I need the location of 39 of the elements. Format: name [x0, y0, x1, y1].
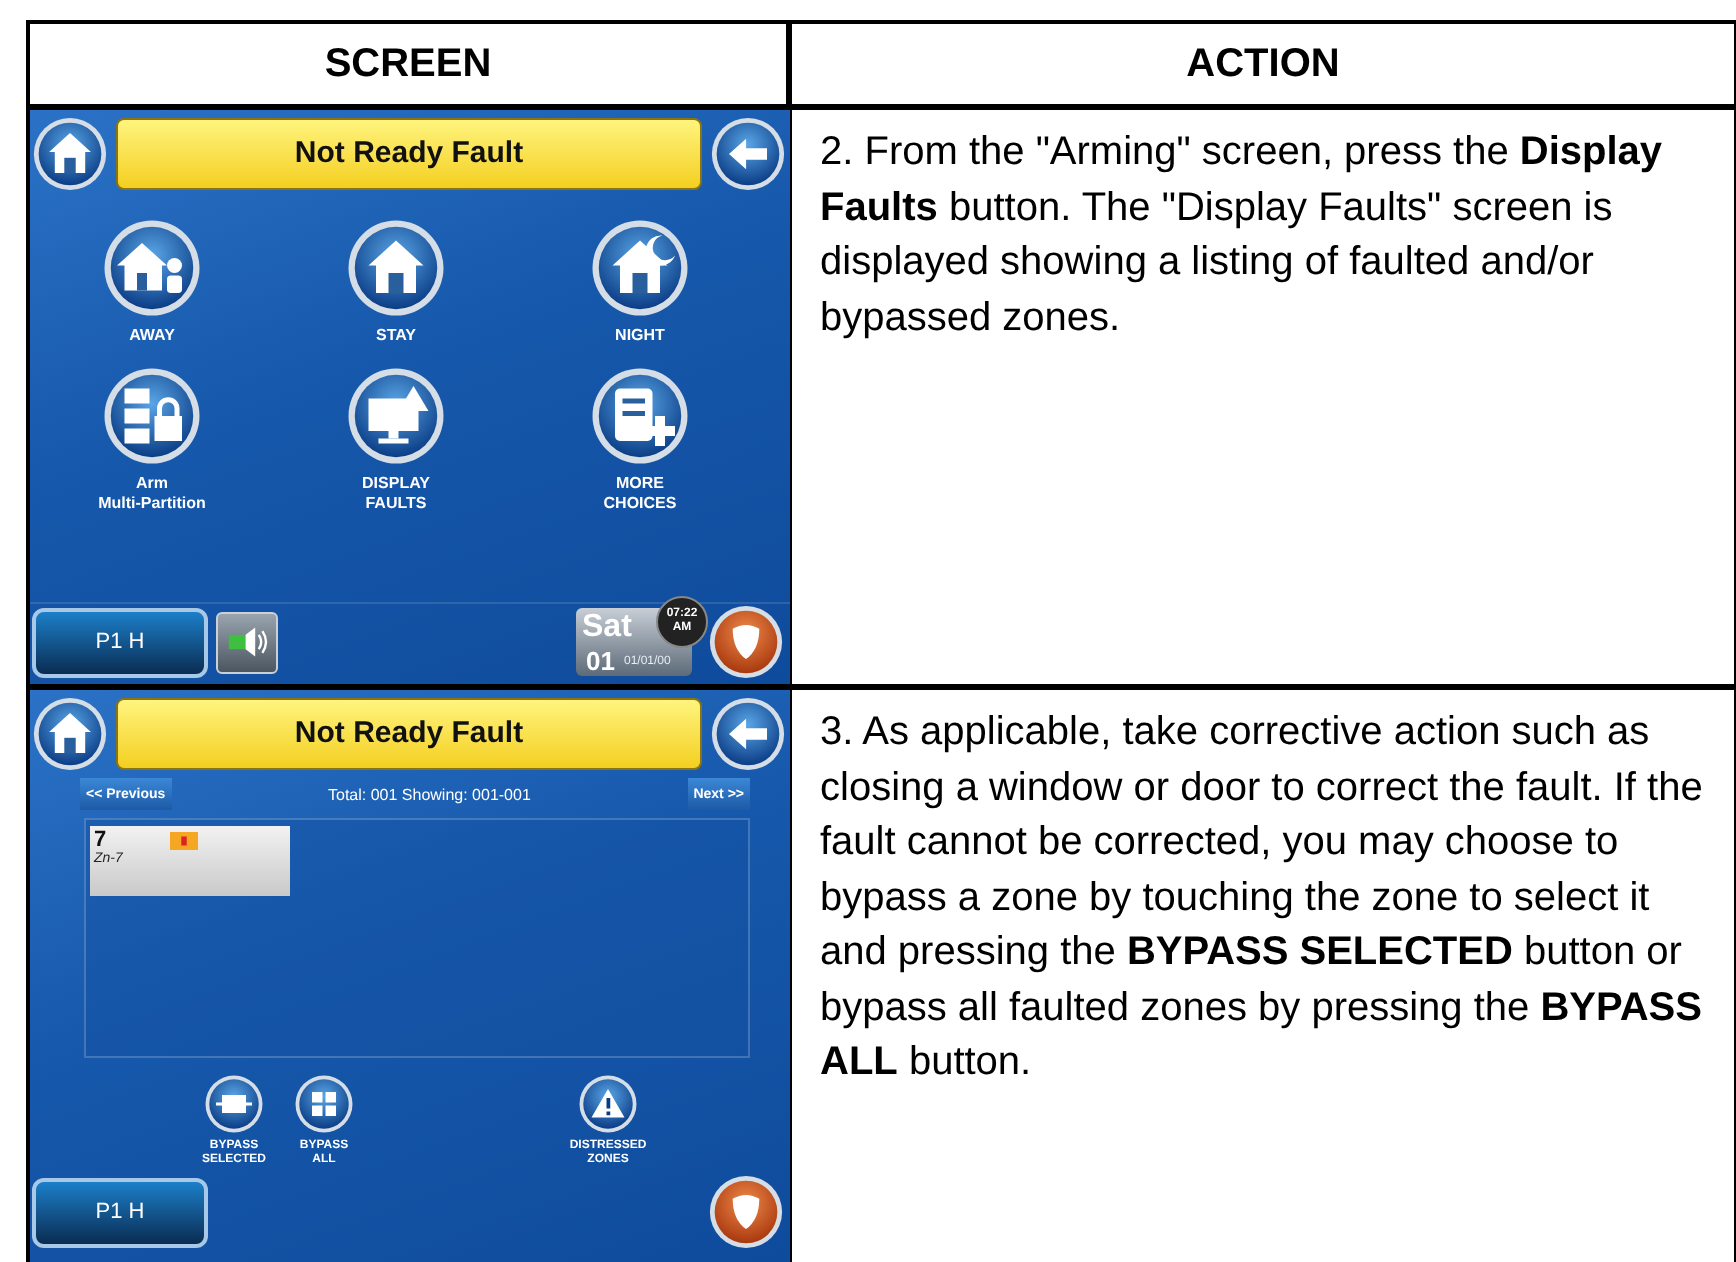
- status-banner: Not Ready Fault: [116, 697, 702, 769]
- checklist-lock-icon: [102, 366, 202, 466]
- emergency-button[interactable]: [708, 604, 784, 680]
- house-person-icon: [102, 218, 202, 318]
- day-number: 01: [586, 646, 615, 676]
- window-icon: [204, 1074, 264, 1134]
- back-arrow-icon: [710, 695, 786, 771]
- zone-number: 7: [94, 828, 107, 852]
- list-plus-icon: [590, 366, 690, 466]
- status-banner: Not Ready Fault: [116, 117, 702, 189]
- arming-option-button[interactable]: AWAY: [30, 218, 274, 346]
- house-moon-icon: [590, 218, 690, 318]
- back-button[interactable]: [710, 695, 786, 771]
- arming-option-button[interactable]: NIGHT: [518, 218, 762, 346]
- arming-option-button[interactable]: Arm Multi-Partition: [30, 366, 274, 514]
- zone-count-text: Total: 001 Showing: 001-001: [326, 785, 533, 803]
- arming-option-button[interactable]: MORE CHOICES: [518, 366, 762, 514]
- house-icon: [32, 115, 108, 191]
- warning-icon: [578, 1074, 638, 1134]
- partition-button[interactable]: P1 H: [32, 1177, 208, 1247]
- instruction-text: 2. From the "Arming" screen, press the Display Faults button. The "Display Faults" screen is displayed showing a listing of faulted and/or bypassed zones.: [818, 128, 1665, 343]
- back-button[interactable]: [710, 115, 786, 191]
- arming-option-button[interactable]: DISPLAY FAULTS: [274, 366, 518, 514]
- home-button[interactable]: [32, 115, 108, 191]
- house-icon: [32, 695, 108, 771]
- partition-button[interactable]: P1 H: [32, 607, 208, 677]
- fault-icon: [170, 832, 198, 850]
- shield-icon: [708, 1174, 784, 1250]
- arming-option-button[interactable]: STAY: [274, 218, 518, 346]
- grid-icon: [294, 1074, 354, 1134]
- column-header: ACTION: [792, 24, 1736, 110]
- speaker-button[interactable]: [216, 611, 278, 673]
- monitor-icon: [346, 366, 446, 466]
- weekday-text: Sat: [582, 610, 632, 646]
- house-icon: [346, 218, 446, 318]
- emergency-button[interactable]: [708, 1174, 784, 1250]
- home-button[interactable]: [32, 695, 108, 771]
- instruction-text: 3. As applicable, take corrective action such as closing a window or door to correct the fault. If the fault cannot be corrected, you may choose to bypass a zone by touching the zone to select it and pressing the BYPASS SELECTED button or bypass all faulted zones by pressing the BYPASS ALL button.: [818, 708, 1705, 1088]
- back-arrow-icon: [710, 115, 786, 191]
